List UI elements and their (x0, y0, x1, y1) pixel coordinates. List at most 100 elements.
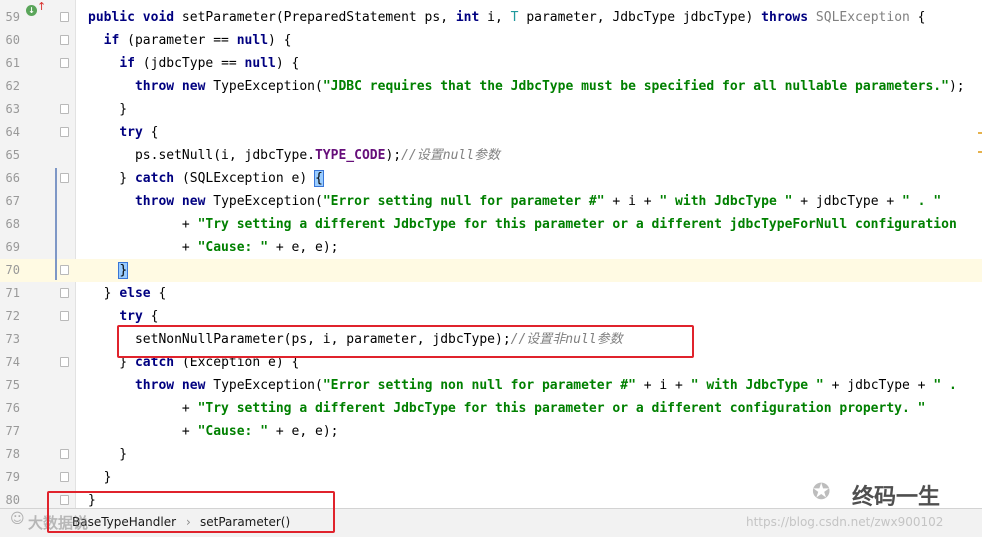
code-line[interactable]: 69 + "Cause: " + e, e); (0, 236, 982, 259)
line-number: 73 (5, 332, 20, 346)
code-token: "Try setting a different JdbcType for th… (197, 217, 957, 232)
fold-toggle-icon[interactable] (60, 104, 69, 114)
fold-toggle-icon[interactable] (60, 127, 69, 137)
line-number: 60 (5, 33, 20, 47)
line-number: 76 (5, 401, 20, 415)
code-token: "Error setting non null for parameter #" (322, 378, 644, 393)
code-line[interactable]: 79 } (0, 466, 982, 489)
code-line[interactable]: 67 throw new TypeException("Error settin… (0, 190, 982, 213)
code-line[interactable]: 77 + "Cause: " + e, e); (0, 420, 982, 443)
line-number: 79 (5, 470, 20, 484)
code-token: } (88, 470, 112, 485)
code-text: ps.setNull(i, jdbcType.TYPE_CODE);//设置nu… (88, 144, 500, 167)
code-text: throw new TypeException("Error setting n… (88, 190, 941, 213)
line-number: 62 (5, 79, 20, 93)
code-line[interactable]: 59 public void setParameter(PreparedState… (0, 6, 982, 29)
fold-toggle-icon[interactable] (60, 449, 69, 459)
code-line[interactable]: 76 + "Try setting a different JdbcType f… (0, 397, 982, 420)
code-token: ) { (268, 33, 292, 48)
fold-toggle-icon[interactable] (60, 173, 69, 183)
fold-toggle-icon[interactable] (60, 35, 69, 45)
fold-toggle-icon[interactable] (60, 311, 69, 321)
code-token: "Cause: " (197, 424, 276, 439)
code-token: + (88, 240, 198, 255)
line-number: 70 (5, 263, 20, 277)
code-line[interactable]: 71 } else { (0, 282, 982, 305)
code-text: if (parameter == null) { (88, 29, 292, 52)
code-token: " with JdbcType " (690, 378, 832, 393)
code-token: parameter, JdbcType jdbcType) (526, 10, 762, 25)
code-line[interactable]: 75 throw new TypeException("Error settin… (0, 374, 982, 397)
code-line[interactable]: 61 if (jdbcType == null) { (0, 52, 982, 75)
fold-toggle-icon[interactable] (60, 357, 69, 367)
code-token: TypeException( (213, 79, 323, 94)
code-token: { (917, 10, 926, 25)
override-method-icon[interactable]: ↓ (26, 5, 37, 16)
code-text: } (88, 98, 127, 121)
code-line[interactable]: 66 } catch (SQLException e) { (0, 167, 982, 190)
code-line[interactable]: 60 if (parameter == null) { (0, 29, 982, 52)
code-token: "Error setting null for parameter #" (322, 194, 613, 209)
line-number: 66 (5, 171, 20, 185)
error-stripe-mark[interactable] (978, 151, 982, 153)
line-number: 80 (5, 493, 20, 507)
line-number: 71 (5, 286, 20, 300)
code-token: else (119, 286, 159, 301)
code-line[interactable]: 68 + "Try setting a different JdbcType f… (0, 213, 982, 236)
code-token: public void (88, 10, 182, 25)
fold-toggle-icon[interactable] (60, 288, 69, 298)
code-token: + jdbcType + (800, 194, 903, 209)
code-token: if (119, 56, 143, 71)
code-text: } else { (88, 282, 167, 305)
code-token: " with JdbcType " (659, 194, 801, 209)
code-text: if (jdbcType == null) { (88, 52, 299, 75)
code-token: " . " (902, 194, 942, 209)
code-token: + i + (612, 194, 660, 209)
error-stripe-mark[interactable] (978, 132, 982, 134)
code-token: TypeException( (213, 194, 323, 209)
code-token: TypeException( (213, 378, 323, 393)
code-line[interactable]: 78 } (0, 443, 982, 466)
code-token: setParameter(PreparedStatement ps, (181, 10, 456, 25)
fold-toggle-icon[interactable] (60, 12, 69, 22)
code-token: + e, e); (275, 424, 339, 439)
watermark-brand: 终码一生 (852, 485, 941, 510)
code-token: try (119, 309, 151, 324)
code-line[interactable]: 62 throw new TypeException("JDBC require… (0, 75, 982, 98)
code-token: " . (933, 378, 965, 393)
code-editor[interactable]: 59 public void setParameter(PreparedState… (0, 0, 982, 508)
code-token: i, (487, 10, 511, 25)
wechat-icon: ✪ (812, 480, 831, 505)
code-token: if (103, 33, 128, 48)
code-line[interactable]: 65 ps.setNull(i, jdbcType.TYPE_CODE);//设… (0, 144, 982, 167)
fold-toggle-icon[interactable] (60, 472, 69, 482)
code-line[interactable]: 70 } (0, 259, 982, 282)
code-token: ) { (275, 56, 300, 71)
code-token: "Cause: " (197, 240, 276, 255)
code-token: try (119, 125, 151, 140)
line-number: 59 (5, 10, 20, 24)
fold-toggle-icon[interactable] (60, 58, 69, 68)
code-line[interactable]: 64 try { (0, 121, 982, 144)
code-token: + i + (643, 378, 691, 393)
line-number: 68 (5, 217, 20, 231)
vcs-change-marker[interactable] (55, 168, 57, 280)
implements-arrow-icon[interactable]: ↑ (37, 1, 46, 12)
code-token: T (510, 10, 527, 25)
code-line[interactable]: 63 } (0, 98, 982, 121)
fold-toggle-icon[interactable] (60, 265, 69, 275)
code-token: (parameter == (127, 33, 237, 48)
code-token: + (88, 217, 198, 232)
code-token: + (88, 401, 198, 416)
code-token: ); (948, 79, 965, 94)
code-text: } (88, 259, 129, 282)
code-token: //设置null参数 (401, 148, 501, 163)
code-token: throw new (134, 194, 214, 209)
line-number: 78 (5, 447, 20, 461)
code-token: "JDBC requires that the JdbcType must be… (322, 79, 949, 94)
code-token: throw new (134, 378, 214, 393)
code-token: } (88, 286, 120, 301)
